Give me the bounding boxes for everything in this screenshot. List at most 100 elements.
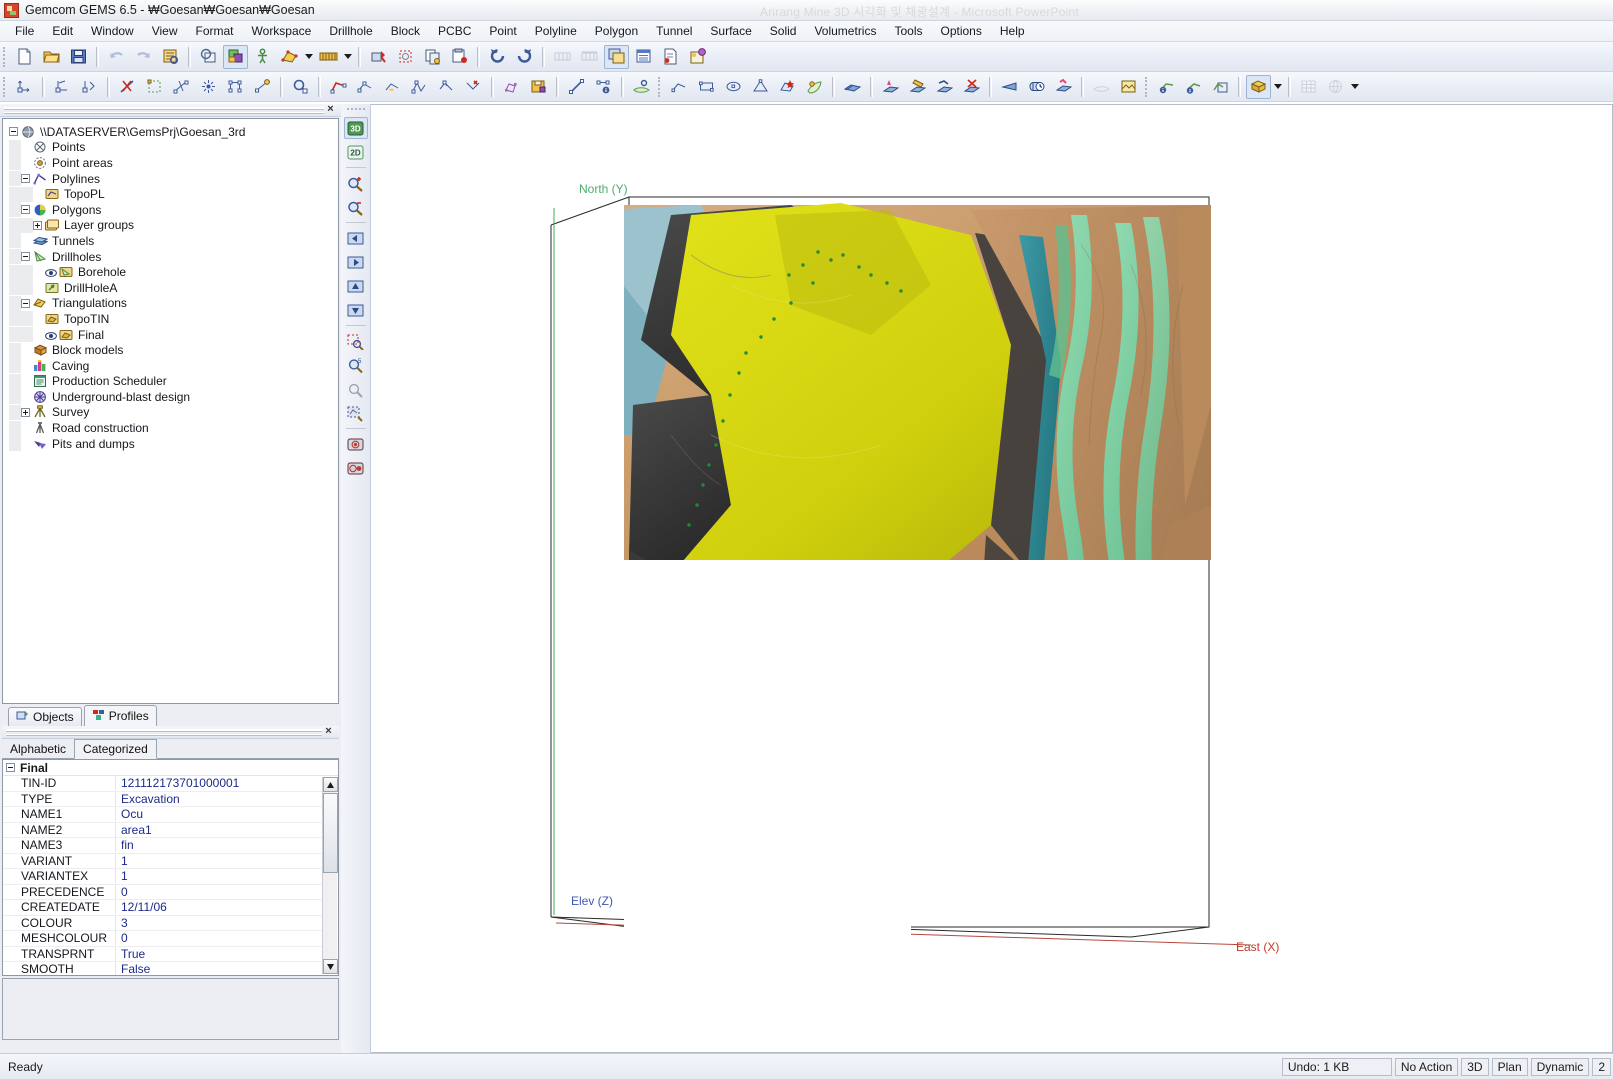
tunnel-blue-icon[interactable] <box>840 75 865 99</box>
toolbar-grip[interactable] <box>658 76 664 97</box>
polyline-star-icon[interactable] <box>380 75 405 99</box>
property-value[interactable]: 0 <box>115 884 338 899</box>
tree-item-layer-groups[interactable]: Layer groups <box>9 217 338 234</box>
zoom-out-button[interactable] <box>344 196 368 218</box>
tree-collapse-icon[interactable] <box>21 298 30 308</box>
property-value[interactable]: 0 <box>115 931 338 946</box>
menu-item-tools[interactable]: Tools <box>885 22 931 40</box>
view-toolbar-grip[interactable] <box>346 108 365 113</box>
rotate-right-icon[interactable] <box>512 45 537 69</box>
node-edit-icon[interactable] <box>169 75 194 99</box>
collapse-icon[interactable] <box>6 763 15 772</box>
tree-item-underground-blast-design[interactable]: Underground-blast design <box>9 389 338 405</box>
menu-item-polygon[interactable]: Polygon <box>586 22 647 40</box>
move-point-icon[interactable] <box>12 75 37 99</box>
tree-item-tunnels[interactable]: Tunnels <box>9 233 338 249</box>
properties-scrollbar[interactable] <box>322 777 338 974</box>
property-value[interactable]: 121112173701000001 <box>115 776 338 791</box>
pan-down-button[interactable] <box>344 299 368 321</box>
properties-category[interactable]: Final <box>3 760 338 776</box>
record-button[interactable] <box>344 457 368 479</box>
rotate-left-icon[interactable] <box>485 45 510 69</box>
property-row[interactable]: CREATEDATE 12/11/06 <box>3 900 338 916</box>
zoom-all-button[interactable] <box>344 378 368 400</box>
tunnel-edit-icon[interactable] <box>905 75 930 99</box>
section-left-icon[interactable] <box>550 45 575 69</box>
pan-up-button[interactable] <box>344 275 368 297</box>
zoom-in-button[interactable] <box>344 172 368 194</box>
radial-node-icon[interactable] <box>196 75 221 99</box>
paste-page-icon[interactable] <box>447 45 472 69</box>
tree-item-pits-and-dumps[interactable]: Pits and dumps <box>9 436 338 452</box>
menu-item-pcbc[interactable]: PCBC <box>429 22 480 40</box>
tree-collapse-icon[interactable] <box>21 174 30 184</box>
scroll-up-button[interactable] <box>323 777 338 792</box>
tab-categorized[interactable]: Categorized <box>74 739 157 759</box>
property-value[interactable]: 12/11/06 <box>115 900 338 915</box>
inspect-magnifier-icon[interactable] <box>288 75 313 99</box>
scroll-down-button[interactable] <box>323 959 338 974</box>
node-info-icon[interactable] <box>591 75 616 99</box>
triangulation-dropdown-icon[interactable] <box>303 45 315 69</box>
menu-item-window[interactable]: Window <box>82 22 143 40</box>
property-value[interactable]: Excavation <box>115 791 338 806</box>
surface-flat-icon[interactable] <box>1089 75 1114 99</box>
tree-item-block-models[interactable]: Block models <box>9 342 338 358</box>
tab-profiles[interactable]: Profiles <box>83 705 157 726</box>
save-disk-icon[interactable] <box>66 45 91 69</box>
menu-item-tunnel[interactable]: Tunnel <box>647 22 701 40</box>
panel-drag-handle[interactable] <box>4 106 324 114</box>
triangulation-yellow-icon[interactable] <box>277 45 302 69</box>
tree-item-survey[interactable]: Survey <box>9 404 338 421</box>
properties-grid[interactable]: Final TIN-ID 121112173701000001 TYPE Excava… <box>2 759 339 976</box>
tree-item-production-scheduler[interactable]: Production Scheduler <box>9 373 338 390</box>
polyline-plain-icon[interactable] <box>667 75 692 99</box>
polyline-cross-icon[interactable] <box>461 75 486 99</box>
visibility-eye-icon[interactable] <box>45 330 57 340</box>
document-check-icon[interactable] <box>658 45 683 69</box>
copy-page-icon[interactable] <box>420 45 445 69</box>
tunnel-design-icon[interactable] <box>878 75 903 99</box>
zoom-window-button[interactable] <box>344 330 368 352</box>
menu-item-file[interactable]: File <box>6 22 43 40</box>
translate-point-icon[interactable] <box>77 75 102 99</box>
print-preview-icon[interactable] <box>158 45 183 69</box>
menu-item-format[interactable]: Format <box>187 22 243 40</box>
new-document-icon[interactable] <box>12 45 37 69</box>
close-icon[interactable]: × <box>324 104 337 116</box>
view-2d-button[interactable]: 2D <box>344 141 368 163</box>
polygon-nodes-icon[interactable] <box>499 75 524 99</box>
property-row[interactable]: MESHCOLOUR 0 <box>3 931 338 947</box>
menu-item-drillhole[interactable]: Drillhole <box>320 22 381 40</box>
tree-item-borehole[interactable]: Borehole <box>9 264 338 280</box>
zoom-extents-button[interactable] <box>344 402 368 424</box>
surface-star-icon[interactable] <box>775 75 800 99</box>
layers-colour-icon[interactable] <box>223 44 248 69</box>
property-value[interactable]: Ocu <box>115 807 338 822</box>
report-table-icon[interactable] <box>631 45 656 69</box>
cylinder-clock-icon[interactable] <box>1024 75 1049 99</box>
tree-item-polygons[interactable]: Polygons <box>9 202 338 218</box>
grid-table-icon[interactable] <box>1296 75 1321 99</box>
scroll-thumb[interactable] <box>323 793 338 873</box>
menu-item-workspace[interactable]: Workspace <box>243 22 321 40</box>
window-cascade-icon[interactable] <box>604 44 629 69</box>
pan-right-button[interactable] <box>344 251 368 273</box>
tree-item-topopl[interactable]: TopoPL <box>9 186 338 202</box>
menu-item-surface[interactable]: Surface <box>701 22 760 40</box>
menu-item-options[interactable]: Options <box>932 22 991 40</box>
property-value[interactable]: 3 <box>115 915 338 930</box>
property-row[interactable]: NAME2 area1 <box>3 822 338 838</box>
property-row[interactable]: NAME3 fin <box>3 838 338 854</box>
triangle-node-icon[interactable] <box>407 75 432 99</box>
property-value[interactable]: False <box>115 962 338 975</box>
triangle-icon[interactable] <box>748 75 773 99</box>
tree-item-drillholea[interactable]: DrillHoleA <box>9 280 338 296</box>
property-row[interactable]: SMOOTH False <box>3 962 338 975</box>
3d-viewport[interactable]: Elev (Z) North (Y) East (X) <box>371 104 1613 1053</box>
toolbar-grip[interactable] <box>3 46 9 67</box>
menu-item-edit[interactable]: Edit <box>43 22 82 40</box>
property-row[interactable]: PRECEDENCE 0 <box>3 884 338 900</box>
delete-line-icon[interactable] <box>115 75 140 99</box>
tab-objects[interactable]: Objects <box>8 707 82 726</box>
